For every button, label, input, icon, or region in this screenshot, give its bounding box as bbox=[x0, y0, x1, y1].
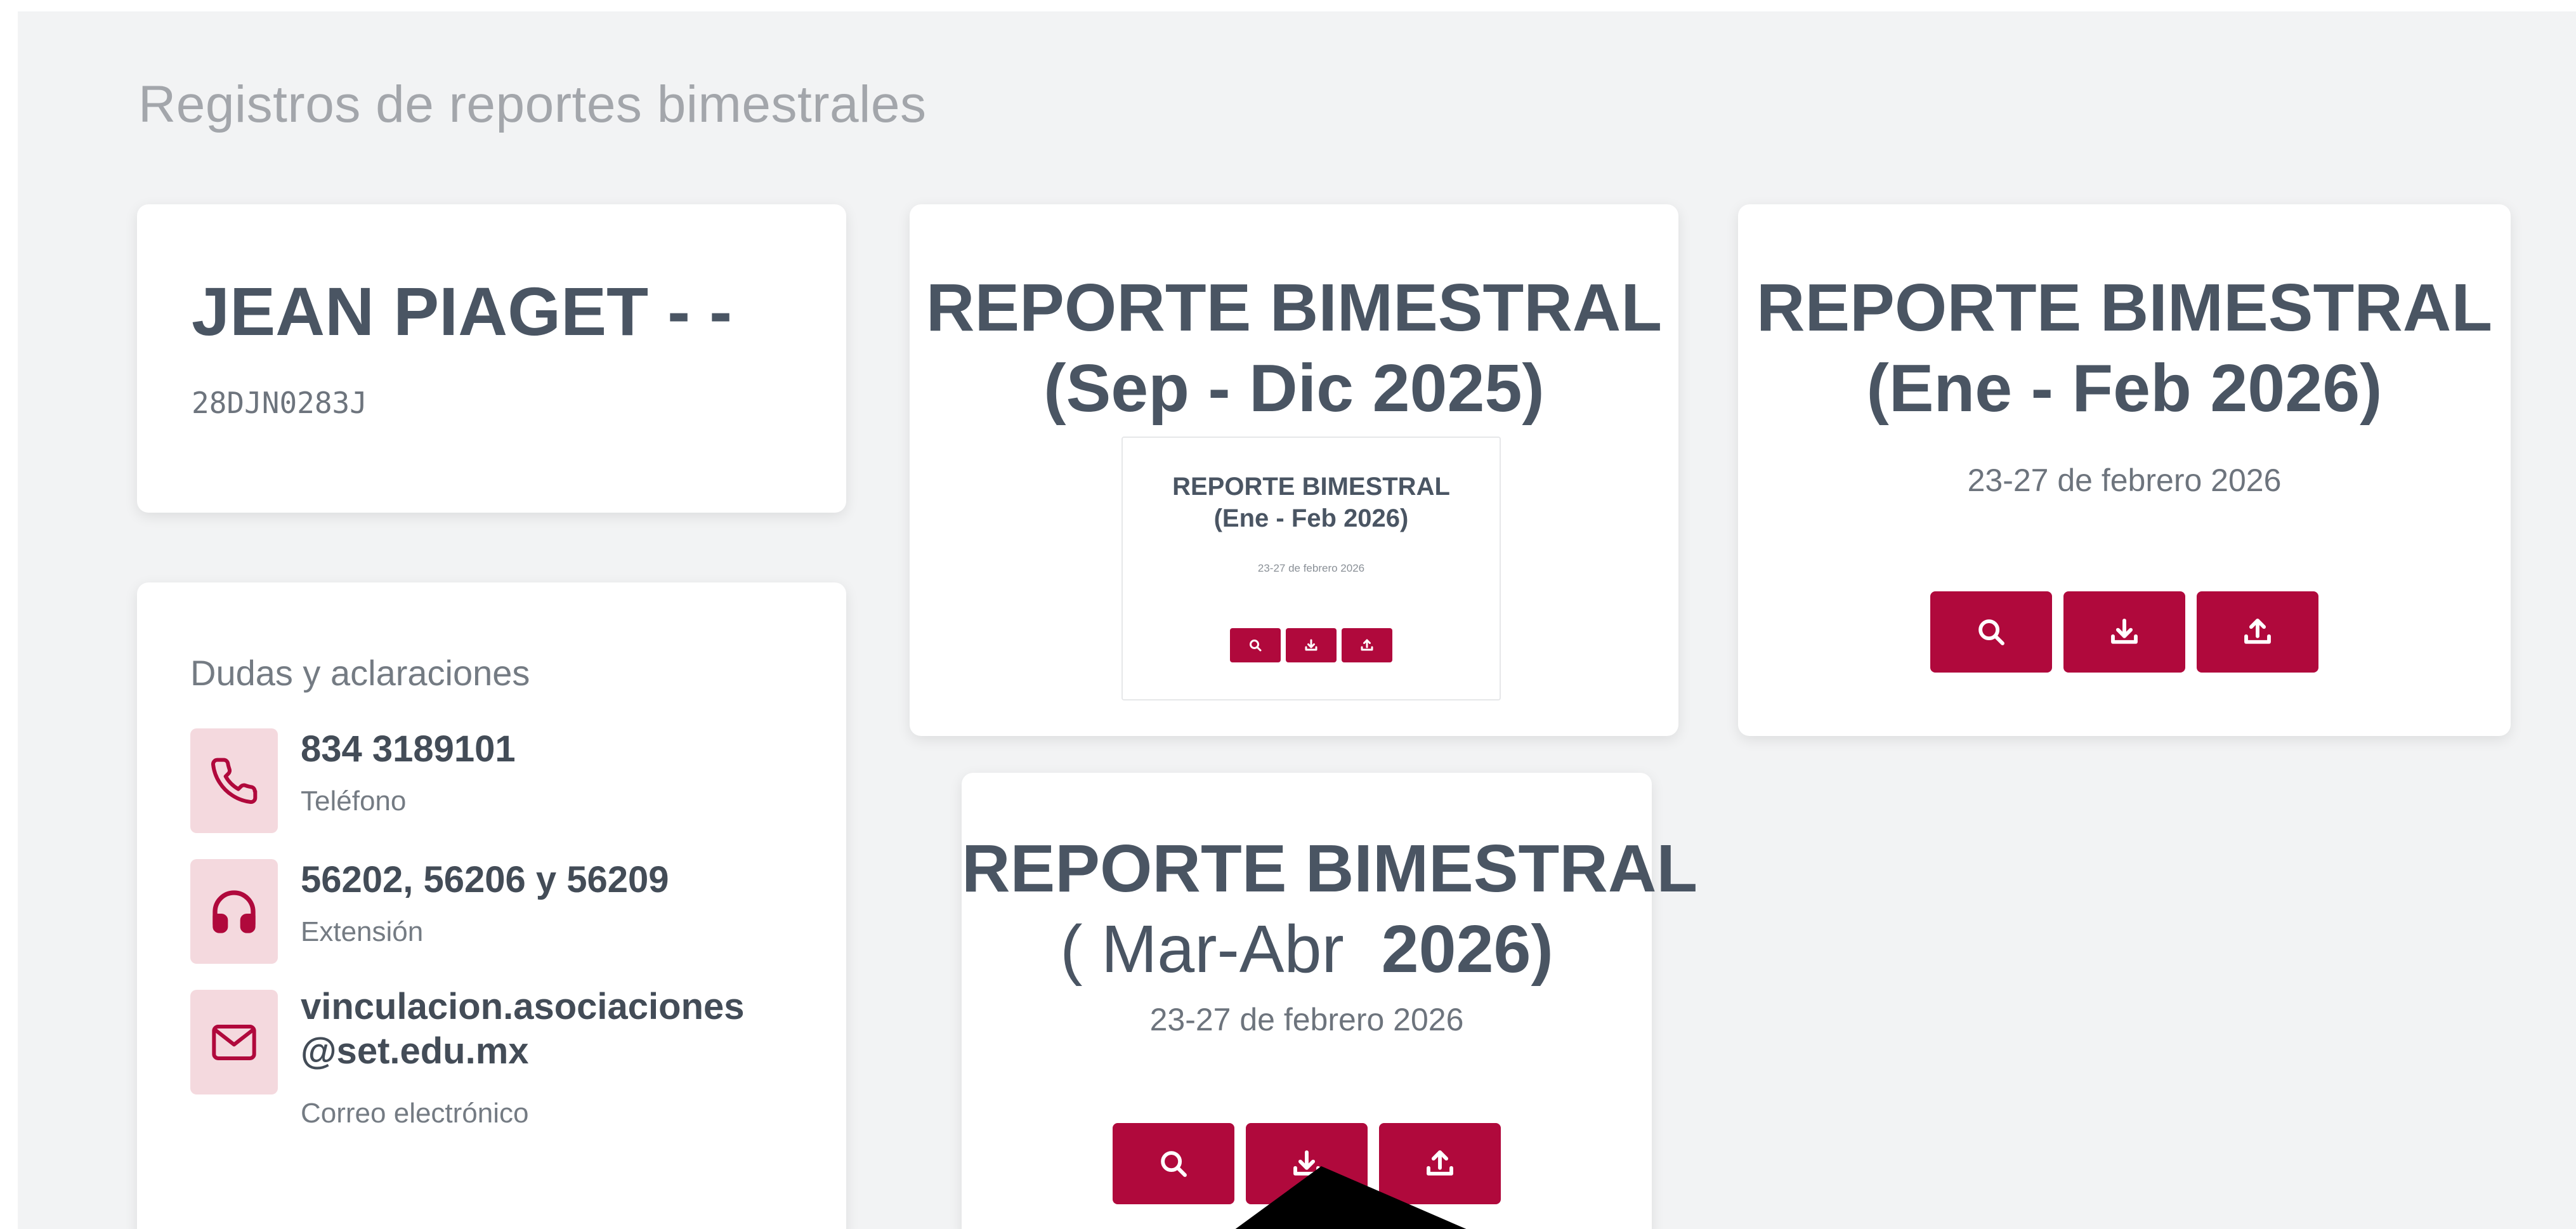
report-title: REPORTE BIMESTRAL ( Mar-Abr 2026) bbox=[962, 829, 1698, 990]
contact-phone-value[interactable]: 834 3189101 bbox=[301, 728, 516, 771]
pointer-arrow-icon bbox=[1235, 1166, 1467, 1229]
school-card: JEAN PIAGET - - 28DJN0283J bbox=[137, 204, 846, 513]
contact-heading: Dudas y aclaraciones bbox=[190, 653, 530, 693]
upload-icon bbox=[1361, 639, 1373, 651]
view-report-button[interactable] bbox=[1930, 591, 2052, 673]
contact-card: Dudas y aclaraciones 834 3189101 Teléfon… bbox=[137, 582, 846, 1229]
phone-icon bbox=[190, 728, 278, 833]
school-code: 28DJN0283J bbox=[192, 386, 367, 420]
report-actions bbox=[1738, 591, 2511, 673]
thumbnail-title-line2: (Ene - Feb 2026) bbox=[1213, 504, 1409, 532]
report-title-line1: REPORTE BIMESTRAL bbox=[1756, 270, 2493, 345]
report-thumbnail: REPORTE BIMESTRAL (Ene - Feb 2026) 23-27… bbox=[1121, 437, 1501, 700]
report-title-line1: REPORTE BIMESTRAL bbox=[925, 270, 1663, 345]
search-icon bbox=[1978, 619, 2004, 645]
thumbnail-upload-button bbox=[1342, 628, 1392, 662]
thumbnail-download-button bbox=[1286, 628, 1337, 662]
report-dates: 23-27 de febrero 2026 bbox=[1149, 1002, 1464, 1037]
report-card-mar-abr-2026: REPORTE BIMESTRAL ( Mar-Abr 2026) 23-27 … bbox=[962, 773, 1698, 1229]
report-title-line2-part1: ( Mar-Abr bbox=[1060, 912, 1344, 987]
search-icon bbox=[1161, 1151, 1187, 1177]
upload-report-button[interactable] bbox=[2197, 591, 2318, 673]
thumbnail-title: REPORTE BIMESTRAL (Ene - Feb 2026) bbox=[1123, 471, 1500, 534]
report-title-line2: ( Mar-Abr 2026) bbox=[962, 909, 1652, 990]
mail-icon bbox=[190, 990, 278, 1094]
page-title: Registros de reportes bimestrales bbox=[138, 76, 927, 133]
contact-phone-label: Teléfono bbox=[301, 785, 407, 817]
report-dates: 23-27 de febrero 2026 bbox=[1967, 463, 2282, 498]
thumbnail-view-button bbox=[1230, 628, 1281, 662]
page-canvas: Registros de reportes bimestrales JEAN P… bbox=[18, 11, 2576, 1229]
report-title-line1: REPORTE BIMESTRAL bbox=[962, 831, 1698, 906]
contact-email-label: Correo electrónico bbox=[301, 1098, 529, 1129]
report-title: REPORTE BIMESTRAL (Ene - Feb 2026) bbox=[1738, 268, 2511, 429]
report-card-sep-dic-2025: REPORTE BIMESTRAL (Sep - Dic 2025) REPOR… bbox=[910, 204, 1678, 736]
thumbnail-dates: 23-27 de febrero 2026 bbox=[1257, 562, 1365, 574]
thumbnail-title-line1: REPORTE BIMESTRAL bbox=[1172, 473, 1450, 501]
report-card-ene-feb-2026: REPORTE BIMESTRAL (Ene - Feb 2026) 23-27… bbox=[1738, 204, 2511, 736]
report-title-line2: (Sep - Dic 2025) bbox=[1043, 351, 1545, 426]
download-report-button[interactable] bbox=[2063, 591, 2185, 673]
download-icon bbox=[1305, 639, 1317, 651]
contact-extension-value: 56202, 56206 y 56209 bbox=[301, 859, 669, 900]
search-icon bbox=[1250, 640, 1262, 652]
report-title: REPORTE BIMESTRAL (Sep - Dic 2025) bbox=[910, 268, 1678, 429]
thumbnail-buttons bbox=[1123, 628, 1500, 662]
report-title-line2-part2: 2026) bbox=[1381, 912, 1553, 987]
upload-icon bbox=[2244, 619, 2271, 644]
contact-email-value-line2[interactable]: @set.edu.mx bbox=[301, 1030, 529, 1073]
contact-email-value-line1[interactable]: vinculacion.asociaciones bbox=[301, 986, 745, 1029]
contact-extension-label: Extensión bbox=[301, 916, 424, 947]
download-icon bbox=[2111, 619, 2138, 644]
report-title-line2: (Ene - Feb 2026) bbox=[1866, 351, 2383, 426]
view-report-button[interactable] bbox=[1113, 1123, 1234, 1204]
school-name: JEAN PIAGET - - bbox=[192, 273, 733, 350]
headset-icon bbox=[190, 859, 278, 964]
